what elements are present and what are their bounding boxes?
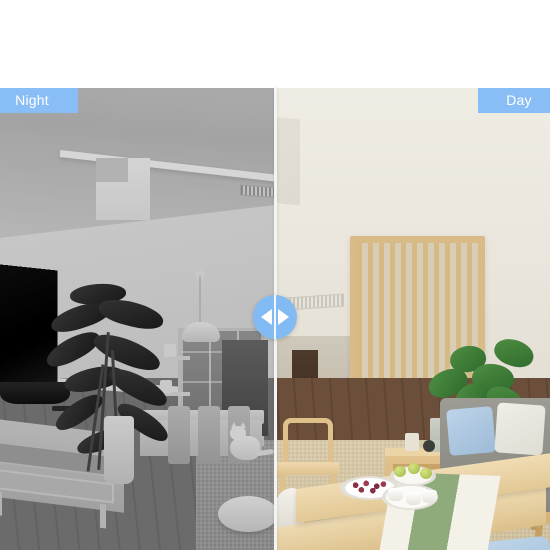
night-view-photo — [0, 88, 275, 550]
night-round-pouf — [218, 496, 275, 532]
comparison-viewer-stage: Night Day — [0, 0, 550, 550]
day-label-badge: Day — [478, 88, 550, 113]
comparison-slider-handle[interactable] — [253, 295, 297, 339]
night-pendant-cord — [199, 276, 201, 324]
triangle-right-icon[interactable] — [278, 309, 289, 325]
night-leaf — [96, 294, 166, 334]
night-leaf — [42, 325, 104, 373]
night-soffit-shadow — [96, 158, 128, 182]
handle-divider-line — [274, 295, 276, 339]
night-cat-ear — [240, 422, 246, 428]
day-low-table — [276, 451, 550, 550]
night-console-leg — [0, 490, 2, 516]
night-dining-chair — [198, 406, 220, 464]
night-plant-pot — [104, 416, 134, 484]
day-green-fruit — [408, 463, 420, 474]
day-teacup — [406, 492, 421, 505]
day-green-fruit — [420, 468, 432, 479]
day-teacup — [422, 490, 437, 503]
night-label-badge: Night — [0, 88, 78, 113]
day-white-cushion — [494, 402, 546, 456]
night-cat-head — [230, 426, 246, 440]
night-cat-ear — [231, 422, 237, 428]
day-green-fruit — [394, 466, 406, 477]
day-decor-object — [405, 433, 419, 451]
day-teacup — [388, 488, 403, 501]
triangle-left-icon[interactable] — [261, 309, 272, 325]
night-console-leg — [100, 503, 106, 529]
day-blue-cushion — [446, 406, 496, 456]
day-decor-object — [423, 440, 435, 452]
day-chair-back — [283, 418, 333, 464]
night-pane — [0, 88, 275, 550]
